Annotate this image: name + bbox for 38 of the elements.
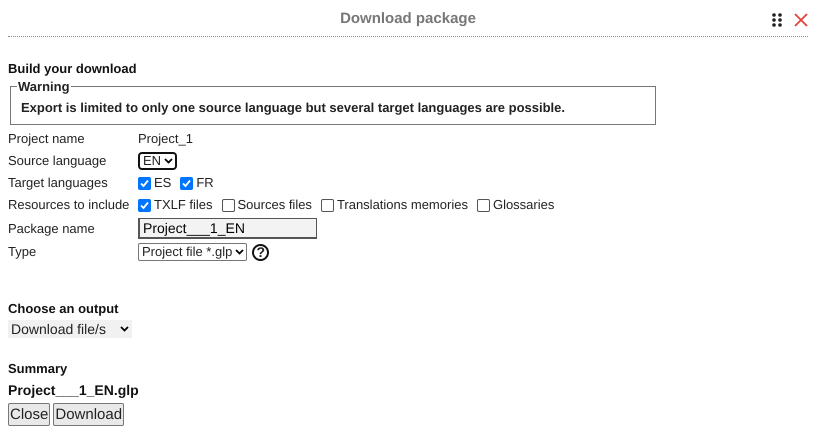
section-heading: Build your download	[8, 61, 138, 76]
checkbox-label: Sources files	[238, 196, 312, 214]
caret-icon	[164, 158, 174, 164]
warning-legend: Warning	[17, 79, 71, 94]
checkbox[interactable]	[320, 198, 334, 212]
caret-icon	[120, 326, 129, 332]
close-icon[interactable]	[794, 13, 808, 27]
checkbox[interactable]	[476, 198, 490, 212]
checkbox[interactable]	[138, 198, 151, 212]
field-label: Package name	[8, 220, 96, 238]
output-dropdown[interactable]: Download file/s	[8, 320, 132, 338]
section-heading: Choose an output	[8, 301, 120, 316]
project-name-value: Project_1	[138, 130, 193, 148]
dialog-button[interactable]: Download	[53, 403, 124, 426]
field-label: Type	[8, 243, 38, 261]
checkbox-label: ES	[154, 174, 172, 192]
drag-handle-icon[interactable]	[772, 13, 782, 27]
field-label: Project name	[8, 130, 86, 148]
checkbox[interactable]	[138, 176, 151, 190]
checkbox-label: Glossaries	[492, 196, 554, 214]
summary-filename: Project___1_EN.glp	[8, 382, 140, 398]
dropdown[interactable]: Project file *.glp	[138, 243, 248, 261]
checkbox[interactable]	[222, 198, 235, 212]
field-label: Resources to include	[8, 196, 130, 214]
section-heading: Summary	[8, 361, 68, 376]
dropdown[interactable]: EN	[138, 152, 178, 170]
checkbox-label: TXLF files	[154, 196, 213, 214]
package-name-field[interactable]: Project___1_EN	[138, 218, 317, 239]
field-label: Target languages	[8, 174, 109, 192]
checkbox-label: FR	[196, 174, 214, 192]
dialog-button[interactable]: Close	[8, 403, 50, 426]
checkbox-label: Translations memories	[336, 196, 468, 214]
help-button[interactable]: ?	[252, 244, 270, 260]
dialog-title: Download package	[340, 10, 476, 26]
field-label: Source language	[8, 152, 108, 170]
caret-icon	[235, 249, 244, 255]
warning-text: Export is limited to only one source language but several target languages are possible.	[21, 100, 566, 115]
checkbox[interactable]	[180, 176, 194, 190]
